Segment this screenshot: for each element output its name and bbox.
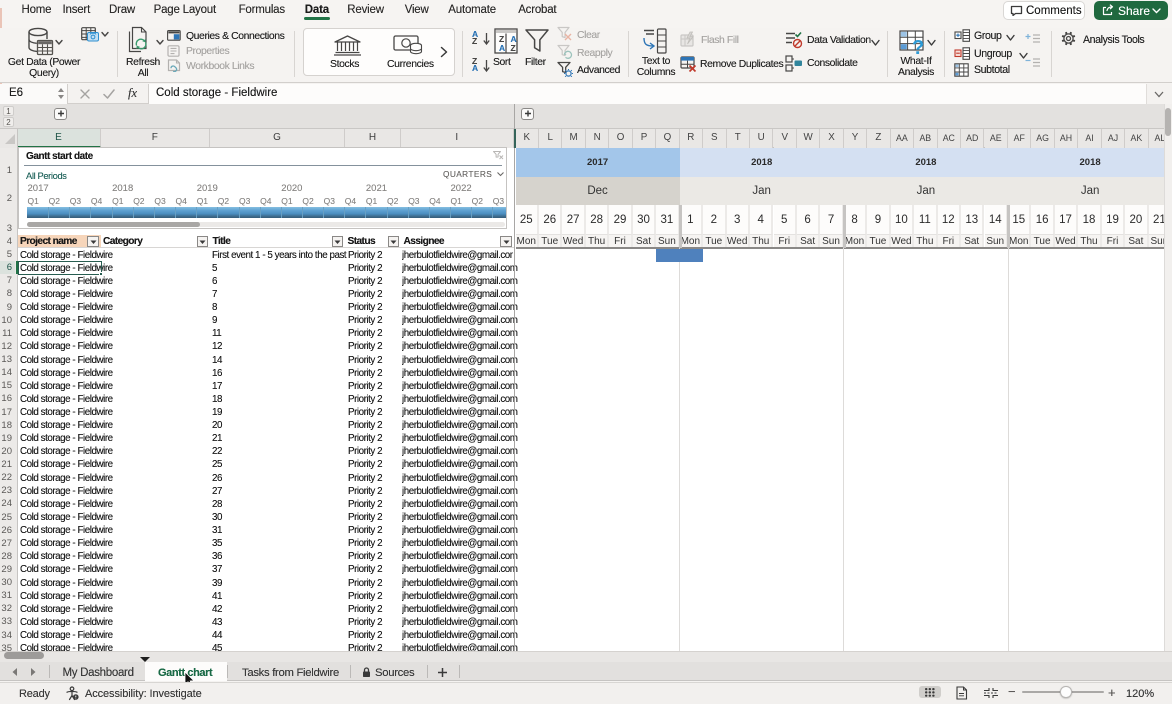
svg-text:?: ? <box>912 37 924 56</box>
